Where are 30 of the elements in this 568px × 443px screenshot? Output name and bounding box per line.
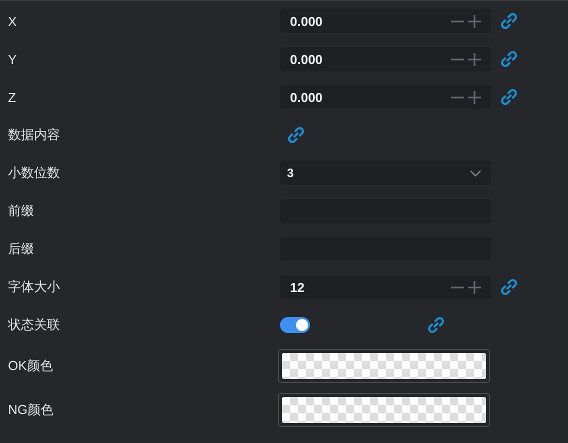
field-label: Z bbox=[7, 90, 17, 104]
plus-icon[interactable] bbox=[468, 90, 481, 104]
number-field[interactable]: 0.000 bbox=[280, 47, 491, 71]
link-icon[interactable] bbox=[500, 50, 518, 68]
number-field[interactable]: 0.000 bbox=[280, 85, 491, 109]
plus-icon[interactable] bbox=[468, 52, 481, 66]
chevron-down-icon bbox=[470, 170, 481, 176]
link-icon[interactable] bbox=[500, 12, 518, 30]
field-label: Y bbox=[7, 52, 18, 66]
color-swatch[interactable] bbox=[278, 349, 490, 383]
field-label: 数据内容 bbox=[7, 126, 61, 144]
link-icon[interactable] bbox=[500, 278, 518, 296]
field-label: X bbox=[7, 14, 18, 28]
toggle-switch[interactable] bbox=[280, 317, 310, 333]
plus-icon[interactable] bbox=[468, 280, 481, 294]
plus-icon[interactable] bbox=[468, 14, 481, 28]
link-icon[interactable] bbox=[287, 126, 305, 144]
select-field[interactable]: 3 bbox=[280, 161, 491, 185]
field-label: 后缀 bbox=[7, 240, 35, 258]
field-label: OK颜色 bbox=[7, 357, 54, 375]
field-label: 前缀 bbox=[7, 202, 35, 220]
field-label: 状态关联 bbox=[6, 316, 61, 334]
number-field[interactable]: 12 bbox=[280, 275, 491, 299]
number-field[interactable]: 0.000 bbox=[280, 9, 491, 33]
link-icon[interactable] bbox=[500, 88, 518, 106]
field-label: NG颜色 bbox=[7, 401, 54, 419]
field-label: 字体大小 bbox=[7, 278, 61, 296]
color-swatch[interactable] bbox=[278, 393, 490, 427]
link-icon[interactable] bbox=[427, 316, 445, 334]
field-label: 小数位数 bbox=[7, 164, 61, 182]
